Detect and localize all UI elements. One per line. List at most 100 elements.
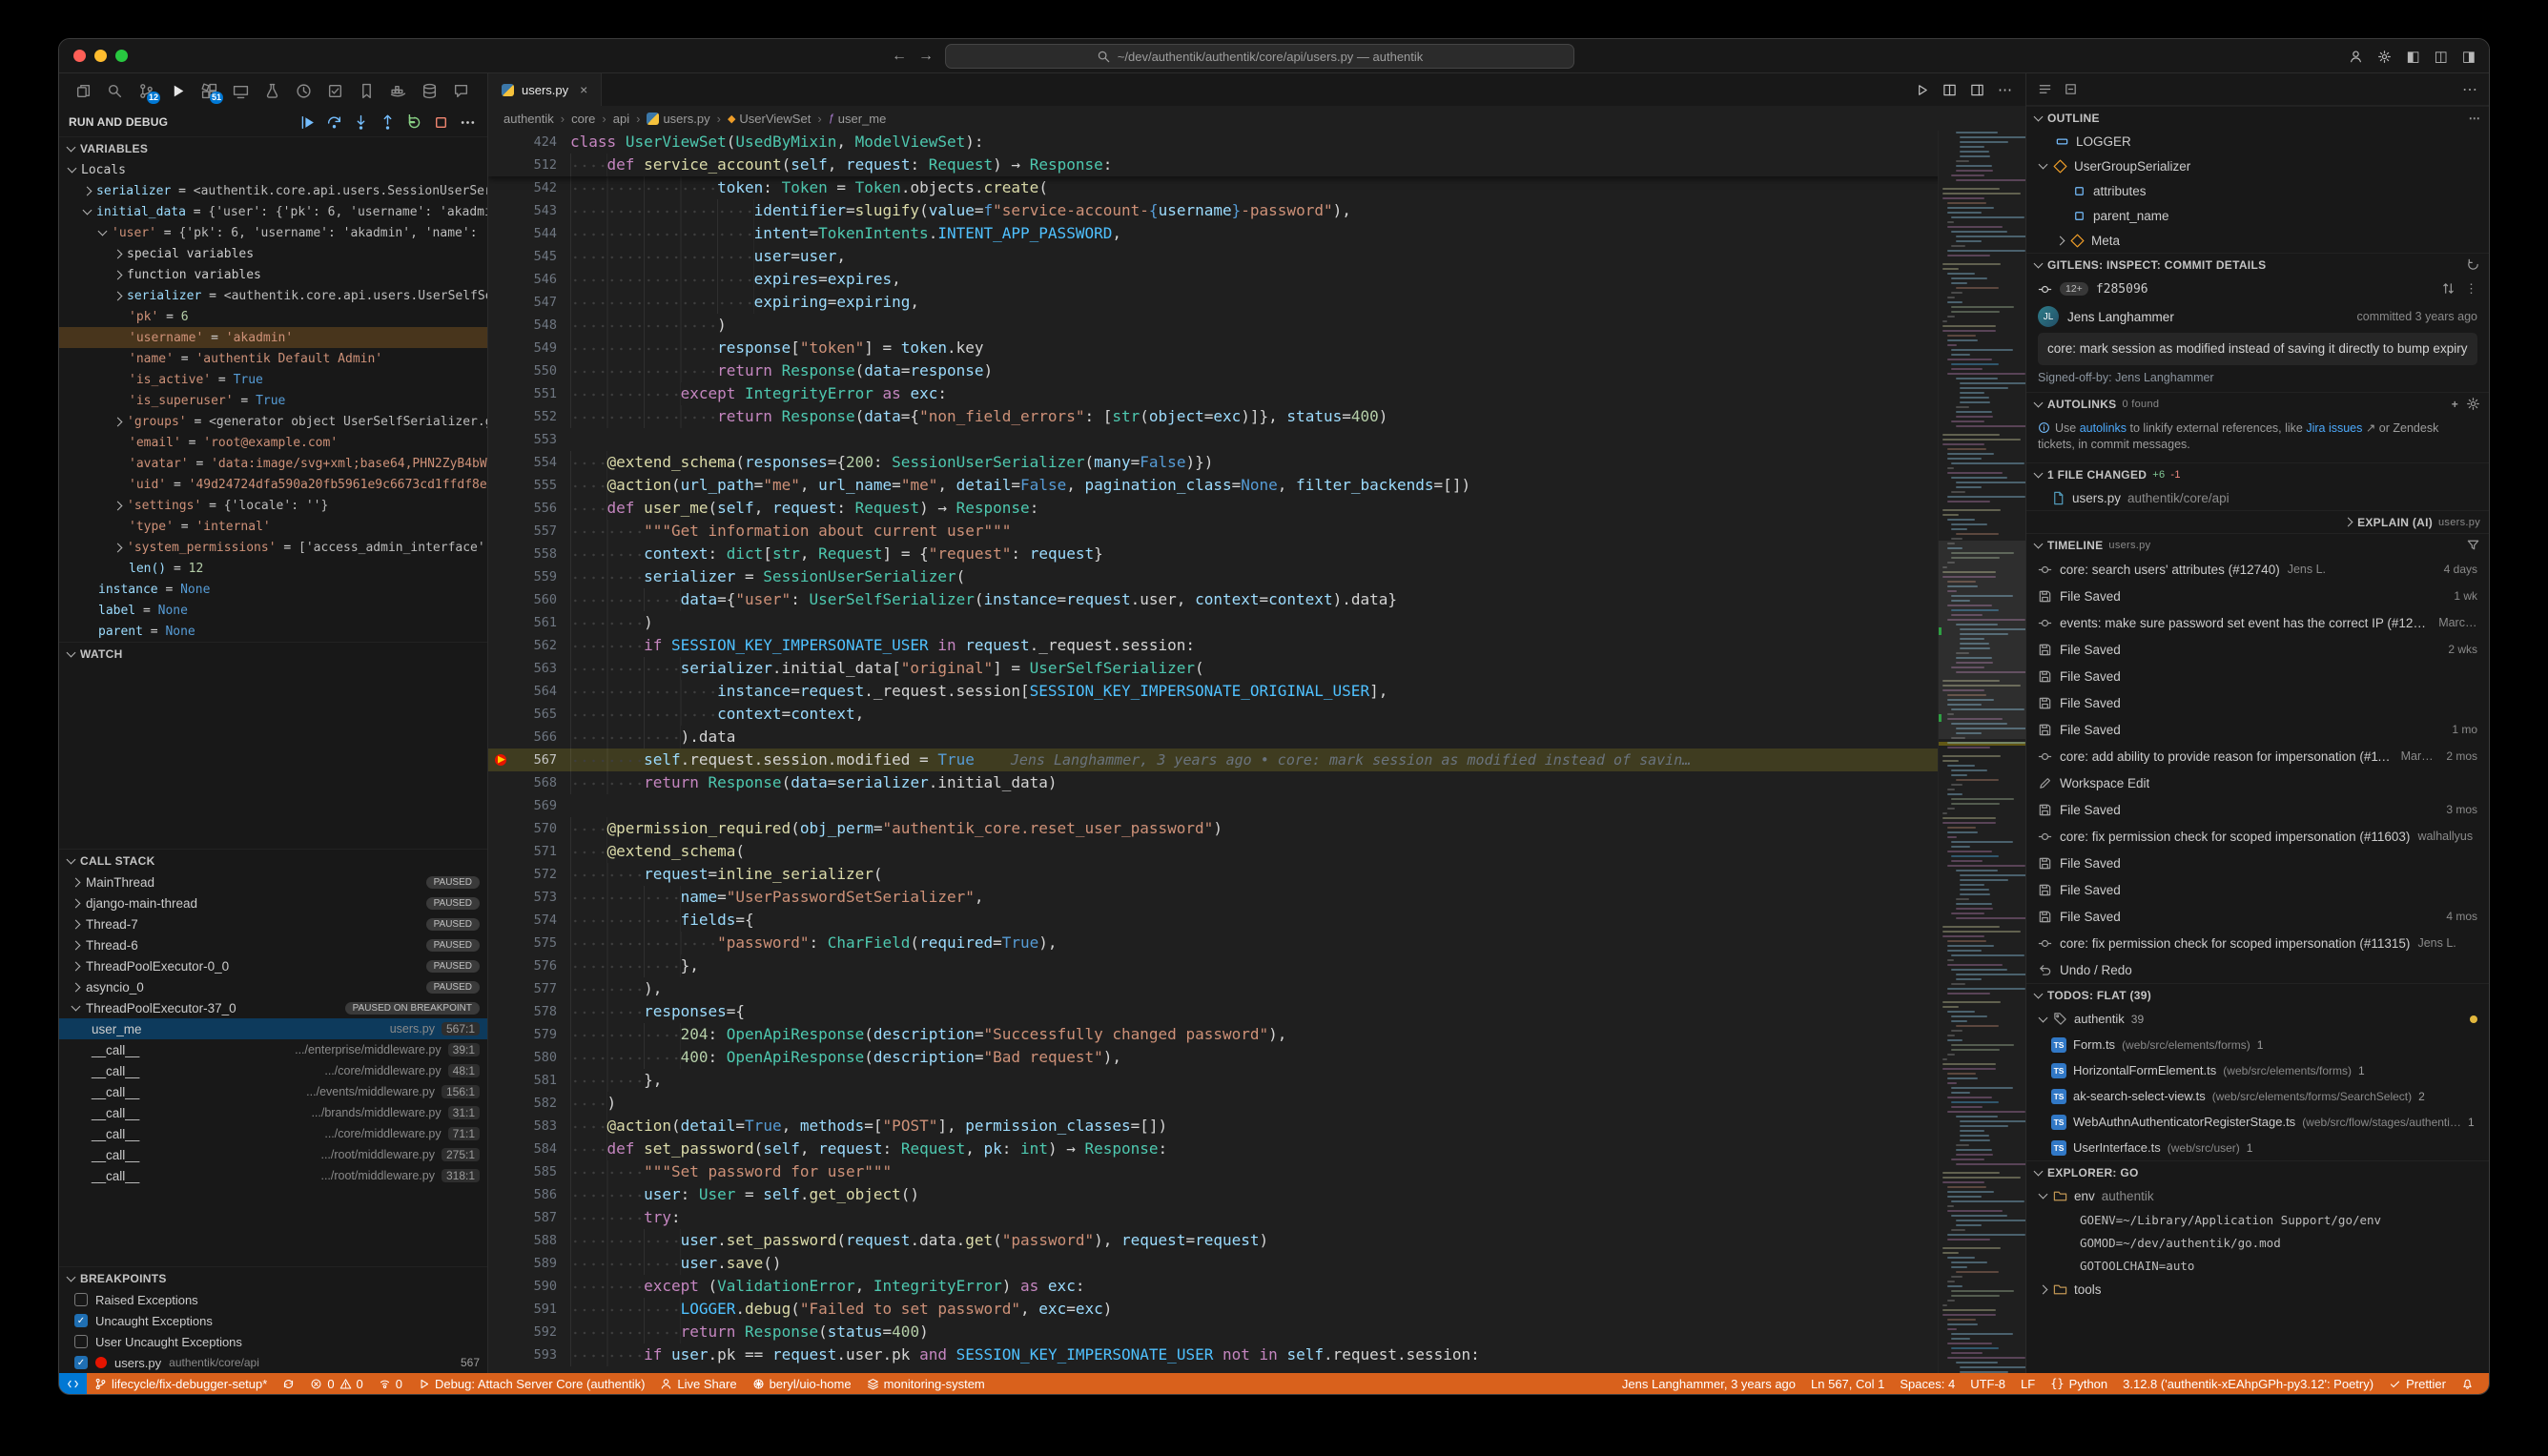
status-item-broadcast[interactable]: 0	[371, 1373, 410, 1394]
variable-row[interactable]: 'pk' = 6	[59, 306, 487, 327]
breadcrumb-item[interactable]: ƒuser_me	[829, 112, 887, 126]
gutter[interactable]: 551	[488, 382, 570, 405]
status-item-eol[interactable]: LF	[2013, 1373, 2043, 1394]
gutter[interactable]: 542	[488, 176, 570, 199]
code-line[interactable]: 561)	[488, 611, 2025, 634]
close-window-button[interactable]	[73, 50, 86, 62]
gutter[interactable]: 561	[488, 611, 570, 634]
todo-item[interactable]: TSUserInterface.ts(web/src/user)1	[2026, 1135, 2489, 1160]
layout-button[interactable]	[1970, 83, 1984, 97]
code-line[interactable]: 585"""Set password for user"""	[488, 1160, 2025, 1183]
breakpoint-gutter[interactable]	[488, 497, 513, 520]
code-line[interactable]: 544intent=TokenIntents.INTENT_APP_PASSWO…	[488, 222, 2025, 245]
debug-restart-button[interactable]	[403, 112, 424, 133]
code-line[interactable]: 588user.set_password(request.data.get("p…	[488, 1229, 2025, 1252]
gutter[interactable]: 553	[488, 428, 570, 451]
stack-frame[interactable]: __call__.../enterprise/middleware.py39:1	[59, 1039, 487, 1060]
timeline-item[interactable]: File Saved4 mos	[2026, 903, 2489, 930]
activity-item-testing[interactable]	[259, 78, 284, 103]
thread-row[interactable]: Thread-7PAUSED	[59, 913, 487, 934]
add-autolink-icon[interactable]: +	[2452, 398, 2458, 411]
gutter[interactable]: 559	[488, 565, 570, 588]
timeline-item[interactable]: File Saved	[2026, 689, 2489, 716]
breakpoint-gutter[interactable]	[488, 840, 513, 863]
list-icon[interactable]	[2038, 82, 2052, 96]
gutter[interactable]: 588	[488, 1229, 570, 1252]
timeline-item[interactable]: core: fix permission check for scoped im…	[2026, 823, 2489, 850]
code-line[interactable]: 547expiring=expiring,	[488, 291, 2025, 314]
gutter[interactable]: 544	[488, 222, 570, 245]
timeline-item[interactable]: File Saved	[2026, 850, 2489, 876]
outline-section-header[interactable]: OUTLINE ⋯	[2026, 106, 2489, 129]
gutter[interactable]: 557	[488, 520, 570, 543]
breakpoint-gutter[interactable]	[488, 337, 513, 359]
activity-item-gitlens[interactable]	[291, 78, 316, 103]
todo-group-row[interactable]: authentik39	[2026, 1006, 2489, 1032]
breakpoint-checkbox[interactable]	[74, 1335, 88, 1348]
breakpoint-gutter[interactable]	[488, 1000, 513, 1023]
code-line[interactable]: 576},	[488, 954, 2025, 977]
debug-step-over-button[interactable]	[323, 112, 344, 133]
commit-author[interactable]: Jens Langhammer	[2067, 310, 2174, 324]
gutter[interactable]: ▶567	[488, 749, 570, 771]
toggle-primary-sidebar-icon[interactable]: ◧	[2406, 48, 2419, 65]
code-line[interactable]: 549response["token"] = token.key	[488, 337, 2025, 359]
stack-frame[interactable]: user_meusers.py567:1	[59, 1018, 487, 1039]
code-line[interactable]: 560data={"user": UserSelfSerializer(inst…	[488, 588, 2025, 611]
debug-step-out-button[interactable]	[377, 112, 398, 133]
breakpoint-gutter[interactable]	[488, 1183, 513, 1206]
forward-button[interactable]: →	[918, 44, 934, 69]
variable-row[interactable]: 'uid' = '49d24724dfa590a20fb5961e9c6673c…	[59, 474, 487, 495]
gutter[interactable]: 546	[488, 268, 570, 291]
stack-frame[interactable]: __call__.../events/middleware.py156:1	[59, 1081, 487, 1102]
breakpoint-gutter[interactable]	[488, 199, 513, 222]
variable-row[interactable]: function variables	[59, 264, 487, 285]
outline-item[interactable]: parent_name	[2026, 203, 2489, 228]
activity-item-docker[interactable]	[385, 78, 410, 103]
gutter[interactable]: 573	[488, 886, 570, 909]
stack-frame[interactable]: __call__.../core/middleware.py48:1	[59, 1060, 487, 1081]
minimap-slider[interactable]	[1939, 541, 2025, 739]
breakpoint-checkbox[interactable]: ✓	[74, 1356, 88, 1369]
code-line[interactable]: 559serializer = SessionUserSerializer(	[488, 565, 2025, 588]
breakpoint-gutter[interactable]	[488, 1206, 513, 1229]
gutter[interactable]: 577	[488, 977, 570, 1000]
code-line[interactable]: 556def user_me(self, request: Request) →…	[488, 497, 2025, 520]
gutter[interactable]: 568	[488, 771, 570, 794]
variable-row[interactable]: label = None	[59, 600, 487, 621]
breakpoint-row[interactable]: ✓users.pyauthentik/core/api567	[59, 1352, 487, 1373]
code-line[interactable]: 590except (ValidationError, IntegrityErr…	[488, 1275, 2025, 1298]
gutter[interactable]: 565	[488, 703, 570, 726]
breakpoint-gutter[interactable]	[488, 1069, 513, 1092]
breakpoint-gutter[interactable]	[488, 771, 513, 794]
breakpoints-section-header[interactable]: BREAKPOINTS	[59, 1266, 487, 1289]
gutter[interactable]: 552	[488, 405, 570, 428]
code-line[interactable]: 578responses={	[488, 1000, 2025, 1023]
gutter[interactable]: 569	[488, 794, 570, 817]
gutter[interactable]: 562	[488, 634, 570, 657]
breakpoint-gutter[interactable]	[488, 520, 513, 543]
breakpoint-gutter[interactable]	[488, 291, 513, 314]
breakpoint-gutter[interactable]	[488, 817, 513, 840]
gutter[interactable]: 580	[488, 1046, 570, 1069]
activity-item-database[interactable]	[417, 78, 442, 103]
go-env-var[interactable]: GOTOOLCHAIN=auto	[2026, 1254, 2489, 1277]
gutter[interactable]: 566	[488, 726, 570, 749]
breadcrumb-item[interactable]: users.py	[647, 112, 709, 126]
variable-row[interactable]: len() = 12	[59, 558, 487, 579]
activity-item-chat[interactable]	[448, 78, 473, 103]
breakpoint-gutter[interactable]	[488, 932, 513, 954]
breakpoint-gutter[interactable]	[488, 1115, 513, 1138]
code-line[interactable]: 577),	[488, 977, 2025, 1000]
code-line[interactable]: 592return Response(status=400)	[488, 1321, 2025, 1343]
debug-disconnect-button[interactable]	[430, 112, 451, 133]
breakpoint-gutter[interactable]	[488, 611, 513, 634]
timeline-item[interactable]: File Saved1 wk	[2026, 583, 2489, 609]
more-vertical-icon[interactable]: ⋮	[2465, 281, 2477, 297]
status-item-namespace[interactable]: monitoring-system	[859, 1373, 993, 1394]
gutter[interactable]: 591	[488, 1298, 570, 1321]
breakpoint-gutter[interactable]	[488, 588, 513, 611]
timeline-item[interactable]: core: add ability to provide reason for …	[2026, 743, 2489, 769]
code-line[interactable]: 586user: User = self.get_object()	[488, 1183, 2025, 1206]
breakpoint-gutter[interactable]	[488, 1160, 513, 1183]
